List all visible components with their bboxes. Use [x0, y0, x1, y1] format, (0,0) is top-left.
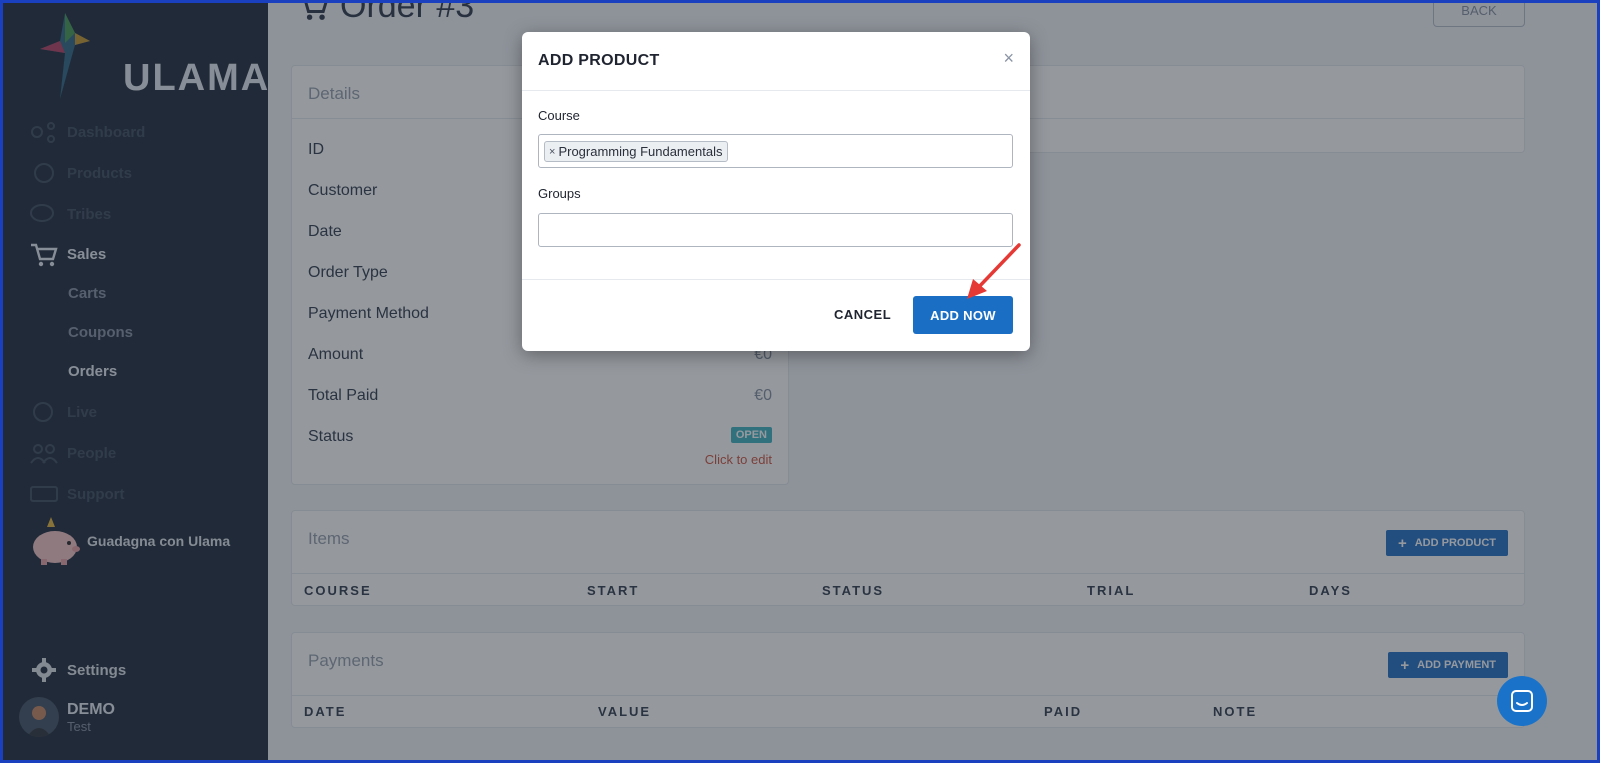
chat-launcher-button[interactable]: [1497, 676, 1547, 726]
groups-select[interactable]: [538, 213, 1013, 247]
modal-title: ADD PRODUCT: [538, 52, 660, 69]
annotation-arrow-icon: [967, 243, 1021, 299]
course-chip[interactable]: × Programming Fundamentals: [544, 141, 729, 162]
close-icon[interactable]: ×: [1003, 48, 1014, 69]
chat-icon: [1511, 690, 1533, 712]
course-label: Course: [538, 108, 580, 123]
course-chip-label: Programming Fundamentals: [558, 144, 723, 159]
add-product-modal: ADD PRODUCT × Course × Programming Funda…: [522, 32, 1030, 351]
groups-label: Groups: [538, 186, 581, 201]
cancel-button[interactable]: CANCEL: [834, 307, 891, 322]
course-select[interactable]: × Programming Fundamentals: [538, 134, 1013, 168]
remove-chip-icon[interactable]: ×: [549, 146, 555, 158]
app-frame: ULAMA Dashboard Products Tribes Sales Ca…: [3, 3, 1597, 760]
